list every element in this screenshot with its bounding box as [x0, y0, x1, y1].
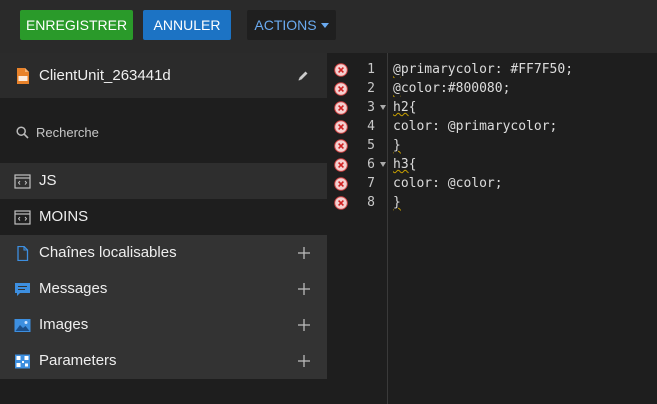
line-number: 1	[367, 62, 375, 77]
code-line: 3 h2{	[327, 99, 657, 118]
error-icon[interactable]	[334, 63, 348, 77]
plus-icon[interactable]	[297, 318, 311, 332]
code-token: color: @primarycolor;	[393, 119, 558, 134]
line-number: 2	[367, 81, 375, 96]
image-icon	[14, 319, 31, 332]
code-file-icon	[14, 210, 31, 225]
code-token-error: }	[393, 195, 401, 210]
code-token-error: }	[393, 138, 401, 153]
sidebar-item-label: Messages	[39, 280, 108, 297]
app-window: ENREGISTRER ANNULER ACTIONS ClientUnit_2…	[0, 0, 657, 404]
line-number: 8	[367, 195, 375, 210]
code-line: 6 h3{	[327, 156, 657, 175]
code-file-icon	[14, 174, 31, 189]
code-line: 1 @primarycolor: #FF7F50;	[327, 61, 657, 80]
plus-icon[interactable]	[297, 282, 311, 296]
code-token-error: @	[393, 62, 401, 77]
error-icon[interactable]	[334, 177, 348, 191]
sidebar-item-moins[interactable]: MOINS	[0, 199, 327, 235]
code-line: 2 @color:#800080;	[327, 80, 657, 99]
sidebar-item-label: Parameters	[39, 352, 117, 369]
fold-arrow-icon[interactable]	[380, 105, 386, 110]
cancel-button[interactable]: ANNULER	[143, 10, 231, 40]
code-token: color:#800080;	[400, 81, 511, 96]
pencil-icon[interactable]	[297, 70, 309, 82]
line-number: 3	[367, 100, 375, 115]
line-number: 7	[367, 176, 375, 191]
fold-arrow-icon[interactable]	[380, 162, 386, 167]
search-icon	[16, 126, 29, 139]
actions-label: ACTIONS	[254, 17, 317, 33]
search-bar	[0, 115, 327, 149]
js-file-icon	[17, 68, 29, 84]
code-text: h3{	[393, 157, 416, 172]
line-number: 5	[367, 138, 375, 153]
toolbar: ENREGISTRER ANNULER ACTIONS	[0, 0, 657, 53]
save-button[interactable]: ENREGISTRER	[20, 10, 133, 40]
unit-name: ClientUnit_263441d	[39, 67, 171, 84]
plus-icon[interactable]	[297, 354, 311, 368]
code-token-error: @	[393, 81, 401, 96]
document-icon	[17, 246, 29, 261]
sidebar-item-images[interactable]: Images	[0, 307, 327, 343]
code-token: {	[408, 100, 417, 115]
search-input[interactable]	[36, 122, 306, 142]
chat-icon	[15, 283, 30, 296]
sidebar-item-messages[interactable]: Messages	[0, 271, 327, 307]
code-line: 8 }	[327, 194, 657, 213]
sidebar-item-localizable-strings[interactable]: Chaînes localisables	[0, 235, 327, 271]
error-icon[interactable]	[334, 120, 348, 134]
error-icon[interactable]	[334, 82, 348, 96]
code-text: h2{	[393, 100, 416, 115]
code-text: color: @color;	[393, 176, 503, 191]
sidebar-item-label: MOINS	[39, 208, 89, 225]
code-text: }	[393, 195, 401, 210]
code-token-error: h2	[393, 100, 409, 115]
code-text: color: @primarycolor;	[393, 119, 557, 134]
code-text: }	[393, 138, 401, 153]
code-line: 7 color: @color;	[327, 175, 657, 194]
error-icon[interactable]	[334, 158, 348, 172]
qr-code-icon	[15, 354, 30, 369]
code-editor[interactable]: 1 @primarycolor: #FF7F50; 2 @color:#8000…	[327, 53, 657, 404]
sidebar-item-parameters[interactable]: Parameters	[0, 343, 327, 379]
sidebar: ClientUnit_263441d JS	[0, 53, 327, 404]
code-token-error: h3	[393, 157, 409, 172]
plus-icon[interactable]	[297, 246, 311, 260]
code-token: {	[408, 157, 417, 172]
unit-header: ClientUnit_263441d	[0, 53, 327, 98]
error-icon[interactable]	[334, 196, 348, 210]
error-icon[interactable]	[334, 101, 348, 115]
sidebar-item-js[interactable]: JS	[0, 163, 327, 199]
sidebar-item-label: Images	[39, 316, 89, 333]
line-number: 4	[367, 119, 375, 134]
sidebar-item-label: JS	[39, 172, 57, 189]
actions-dropdown[interactable]: ACTIONS	[247, 10, 336, 40]
caret-down-icon	[320, 22, 329, 28]
code-text: @primarycolor: #FF7F50;	[393, 62, 573, 77]
error-icon[interactable]	[334, 139, 348, 153]
code-token: color: @color;	[393, 176, 503, 191]
code-line: 5 }	[327, 137, 657, 156]
code-text: @color:#800080;	[393, 81, 510, 96]
line-number: 6	[367, 157, 375, 172]
sidebar-item-label: Chaînes localisables	[39, 244, 177, 261]
code-token: primarycolor: #FF7F50;	[400, 62, 574, 77]
code-line: 4 color: @primarycolor;	[327, 118, 657, 137]
